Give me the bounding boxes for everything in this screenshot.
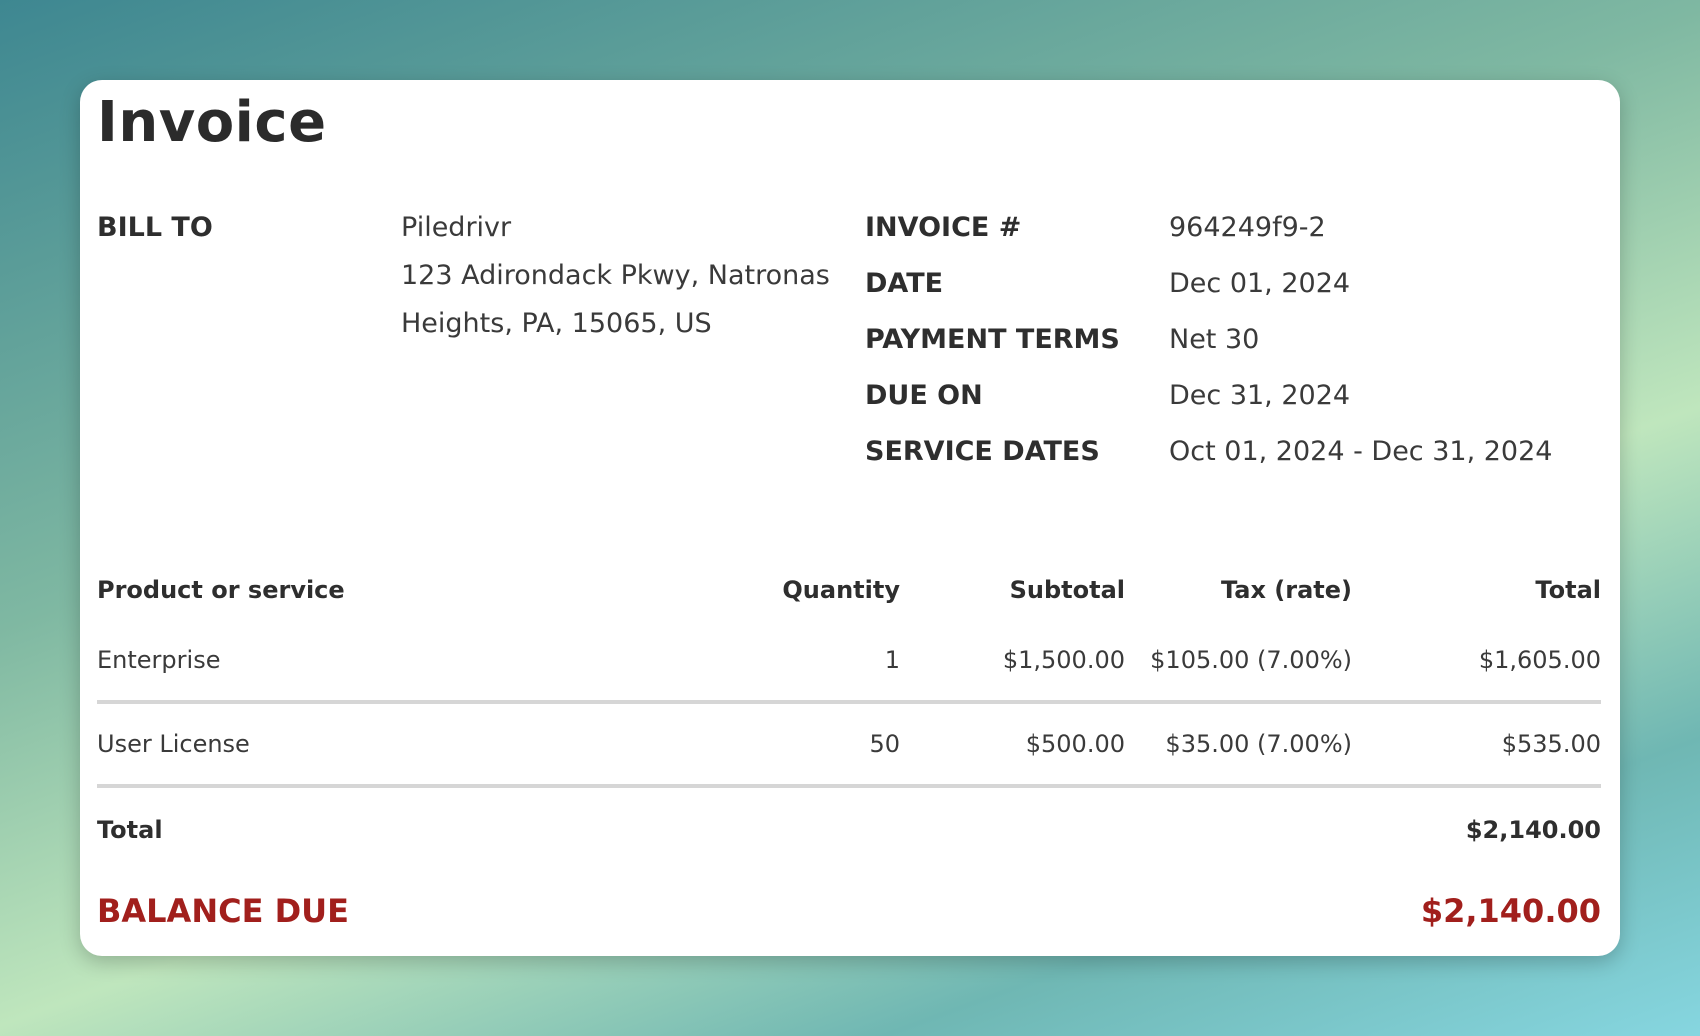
- cell-tax: $105.00 (7.00%): [1150, 646, 1352, 674]
- total-row: Total $2,140.00: [97, 788, 1601, 872]
- header-product: Product or service: [97, 576, 345, 604]
- balance-due-label: BALANCE DUE: [97, 892, 349, 930]
- payment-terms-label: PAYMENT TERMS: [865, 324, 1120, 355]
- bill-to-address-line2: Heights, PA, 15065, US: [401, 308, 712, 339]
- service-dates-label: SERVICE DATES: [865, 436, 1100, 467]
- header-total: Total: [1535, 576, 1601, 604]
- table-row: User License 50 $500.00 $35.00 (7.00%) $…: [97, 704, 1601, 788]
- due-on-value: Dec 31, 2024: [1169, 380, 1351, 411]
- header-tax: Tax (rate): [1220, 576, 1352, 604]
- invoice-card: Invoice BILL TO Piledrivr 123 Adirondack…: [80, 80, 1620, 956]
- date-value: Dec 01, 2024: [1169, 268, 1351, 299]
- cell-total: $535.00: [1501, 730, 1601, 758]
- invoice-title: Invoice: [97, 90, 327, 155]
- balance-due-value: $2,140.00: [1420, 892, 1601, 930]
- cell-total: $1,605.00: [1478, 646, 1601, 674]
- balance-due-row: BALANCE DUE $2,140.00: [97, 872, 1601, 950]
- cell-quantity: 50: [869, 730, 900, 758]
- cell-product: User License: [97, 730, 250, 758]
- line-items-table: Product or service Quantity Subtotal Tax…: [97, 560, 1601, 950]
- total-label: Total: [97, 816, 163, 844]
- cell-subtotal: $1,500.00: [1002, 646, 1125, 674]
- cell-tax: $35.00 (7.00%): [1165, 730, 1352, 758]
- cell-quantity: 1: [884, 646, 900, 674]
- total-value: $2,140.00: [1465, 816, 1601, 844]
- service-dates-value: Oct 01, 2024 - Dec 31, 2024: [1169, 436, 1553, 467]
- header-quantity: Quantity: [782, 576, 900, 604]
- cell-product: Enterprise: [97, 646, 221, 674]
- table-header-row: Product or service Quantity Subtotal Tax…: [97, 560, 1601, 620]
- bill-to-label: BILL TO: [97, 212, 213, 243]
- cell-subtotal: $500.00: [1025, 730, 1125, 758]
- bill-to-address-line1: 123 Adirondack Pkwy, Natronas: [401, 260, 830, 291]
- payment-terms-value: Net 30: [1169, 324, 1260, 355]
- header-subtotal: Subtotal: [1009, 576, 1125, 604]
- table-row: Enterprise 1 $1,500.00 $105.00 (7.00%) $…: [97, 620, 1601, 704]
- bill-to-name: Piledrivr: [401, 212, 512, 243]
- due-on-label: DUE ON: [865, 380, 983, 411]
- invoice-number-value: 964249f9-2: [1169, 212, 1326, 243]
- invoice-number-label: INVOICE #: [865, 212, 1022, 243]
- date-label: DATE: [865, 268, 944, 299]
